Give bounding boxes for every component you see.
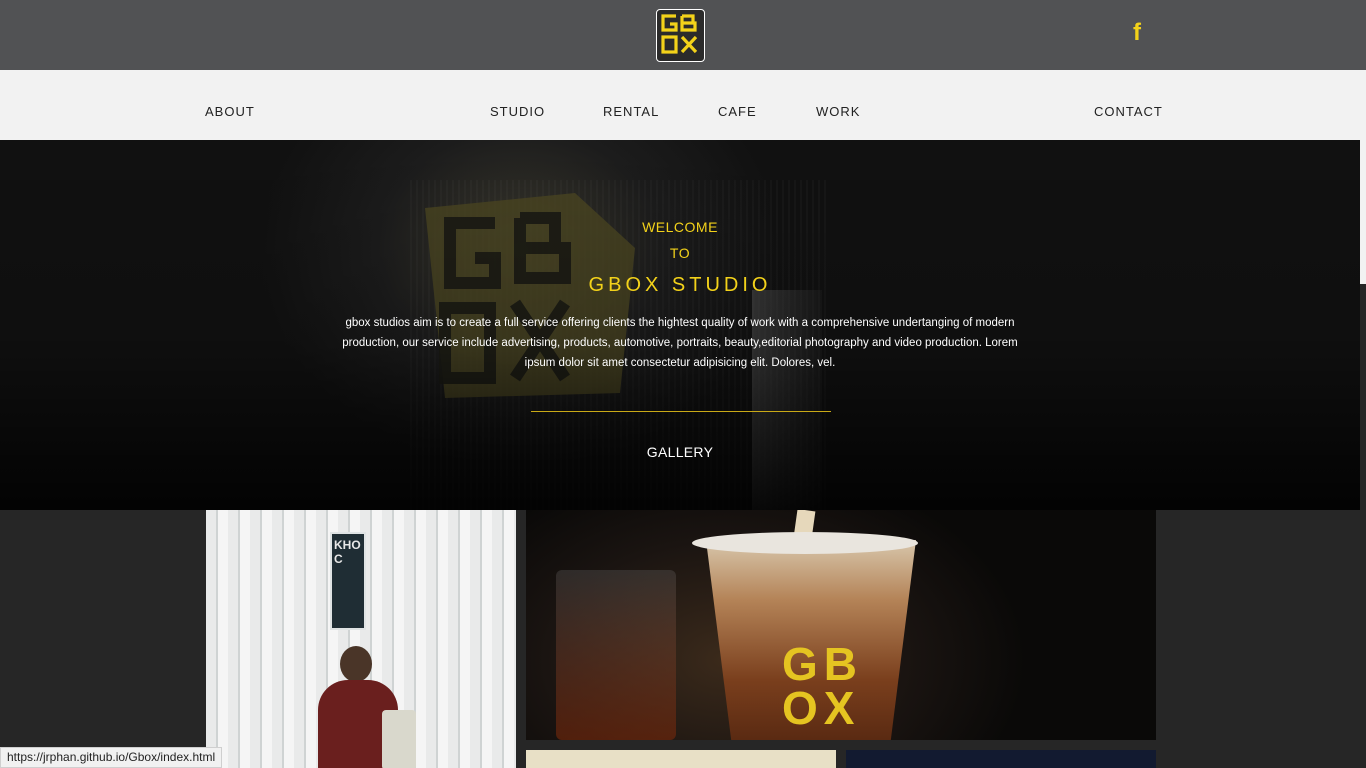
- hero-welcome: WELCOME: [642, 219, 718, 235]
- facebook-icon[interactable]: f: [1128, 20, 1146, 46]
- gallery-photo-street[interactable]: KHO C: [206, 510, 516, 768]
- photo-person-head: [340, 646, 372, 682]
- browser-status-url: https://jrphan.github.io/Gbox/index.html: [0, 747, 223, 768]
- photo-cup-rim: [692, 532, 918, 554]
- gallery-title: GALLERY: [646, 444, 714, 460]
- page-scrollbar[interactable]: [1360, 70, 1366, 284]
- nav-about[interactable]: ABOUT: [205, 104, 255, 119]
- hero-to: TO: [669, 245, 691, 261]
- photo-sign: KHO C: [330, 532, 366, 630]
- photo-glass: [556, 570, 676, 740]
- hero-divider: [531, 411, 831, 412]
- gallery-photo-3[interactable]: [526, 750, 836, 768]
- top-header: f: [0, 0, 1366, 70]
- hero-title: GBOX STUDIO: [588, 274, 772, 296]
- nav-rental[interactable]: RENTAL: [603, 104, 659, 119]
- photo-bag: [382, 710, 416, 768]
- hero-section: WELCOME TO GBOX STUDIO gbox studios aim …: [0, 140, 1360, 510]
- nav-cafe[interactable]: CAFE: [718, 104, 757, 119]
- gbox-logo-mark: [661, 14, 698, 54]
- nav-contact[interactable]: CONTACT: [1094, 104, 1163, 119]
- nav-work[interactable]: WORK: [816, 104, 860, 119]
- main-nav: ABOUT STUDIO RENTAL CAFE WORK CONTACT: [0, 70, 1360, 140]
- gallery-photo-coffee[interactable]: GB OX: [526, 510, 1156, 740]
- gbox-logo[interactable]: [656, 9, 705, 62]
- nav-studio[interactable]: STUDIO: [490, 104, 545, 119]
- gallery-photo-4[interactable]: [846, 750, 1156, 768]
- photo-cup-logo: GB OX: [782, 638, 863, 734]
- hero-description: gbox studios aim is to create a full ser…: [342, 317, 1018, 369]
